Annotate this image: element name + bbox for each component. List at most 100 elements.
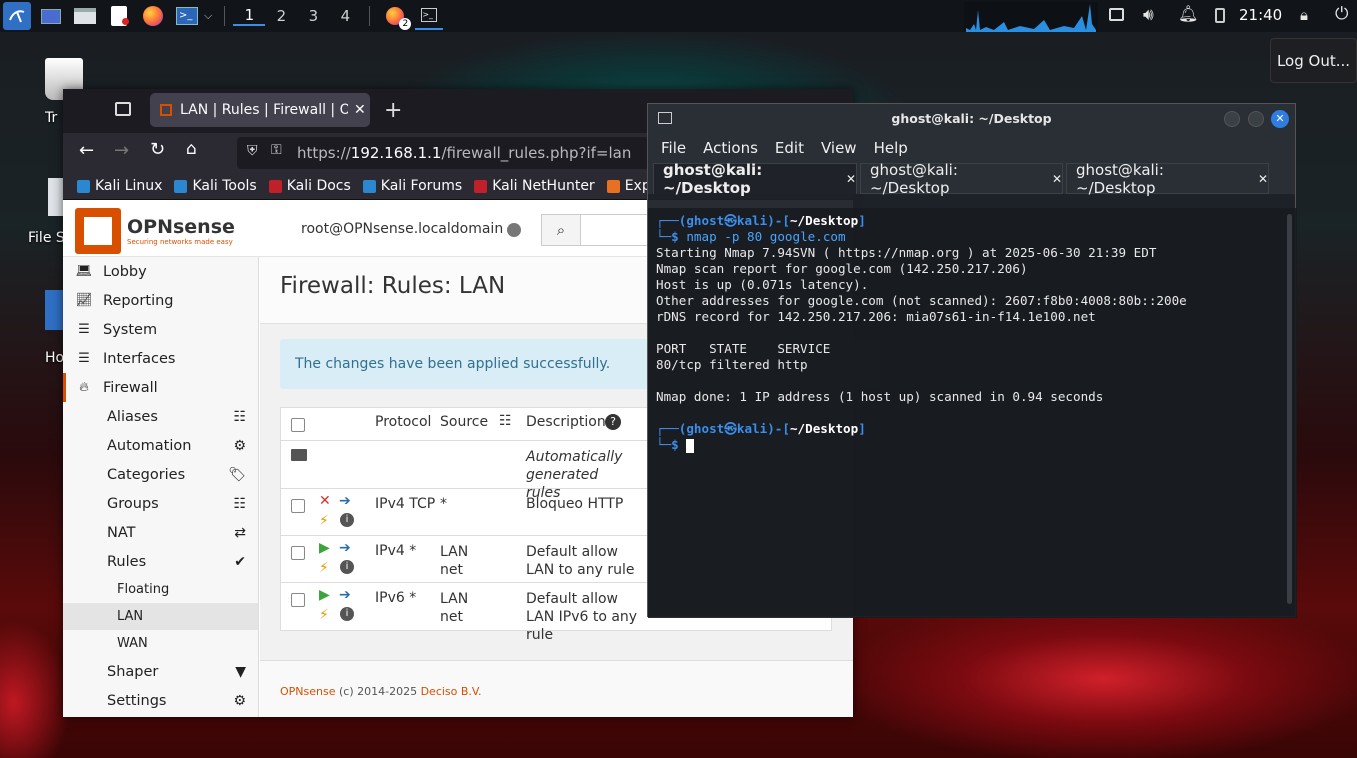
col-source[interactable]: Source	[440, 414, 488, 430]
notifications-icon[interactable]: 🔔︎	[1178, 4, 1198, 23]
search-button[interactable]: ⌕	[541, 214, 581, 246]
select-all-checkbox[interactable]	[291, 418, 305, 432]
log-icon[interactable]: ⚡	[319, 607, 329, 623]
terminal-menu-help[interactable]: Help	[874, 139, 908, 157]
sidebar-item-nat[interactable]: NAT ⇄	[63, 518, 258, 547]
sidebar-item-system[interactable]: ☰ System	[63, 315, 258, 344]
sidebar-item-categories[interactable]: Categories 🏷︎	[63, 460, 258, 489]
reload-icon[interactable]: ↻	[150, 139, 165, 160]
display-icon[interactable]	[1109, 8, 1124, 21]
panel-separator	[369, 6, 371, 26]
bookmark-item[interactable]: Kali Forums	[362, 178, 463, 194]
bookmark-item[interactable]: Kali Tools	[174, 178, 257, 194]
terminal-menu-view[interactable]: View	[821, 139, 857, 157]
sidebar-item-reporting[interactable]: 📈︎ Reporting	[63, 286, 258, 315]
kali-menu-icon[interactable]	[3, 2, 31, 30]
workspace-3[interactable]: 3	[297, 7, 329, 25]
lock-warning-icon[interactable]: ⚿	[271, 142, 282, 158]
taskbar-terminal-icon[interactable]: >_	[415, 2, 444, 30]
sidebar-item-wan[interactable]: WAN	[63, 630, 258, 657]
terminal-titlebar[interactable]: ghost@kali: ~/Desktop ✕	[648, 104, 1295, 134]
terminal-launcher-icon[interactable]: >_	[173, 2, 201, 30]
sidebar-item-rules[interactable]: Rules ✔	[63, 547, 258, 576]
terminal-menu-file[interactable]: File	[661, 139, 686, 157]
terminal-scrollbar[interactable]	[1287, 214, 1292, 604]
terminal-tabs: ghost@kali: ~/Desktop ✕ ghost@kali: ~/Des…	[648, 161, 1295, 197]
user-label[interactable]: root@OPNsense.localdomain	[301, 221, 503, 237]
sidebar-item-settings[interactable]: Settings ⚙	[63, 686, 258, 715]
pass-icon[interactable]: ▶	[319, 540, 330, 556]
footer-company-link[interactable]: Deciso B.V.	[421, 685, 482, 698]
sidebar-item-lobby[interactable]: 💻︎ Lobby	[63, 257, 258, 286]
col-description[interactable]: Description	[526, 414, 606, 430]
pass-icon[interactable]: ▶	[319, 587, 330, 603]
sidebar-item-groups[interactable]: Groups ☷	[63, 489, 258, 518]
shield-icon[interactable]: ⛨	[247, 143, 258, 159]
info-icon[interactable]: i	[340, 607, 354, 621]
sidebar-item-lan[interactable]: LAN	[63, 603, 258, 630]
lock-icon[interactable]: 🔒︎	[1300, 6, 1308, 24]
row-checkbox[interactable]	[291, 593, 305, 607]
row-checkbox[interactable]	[291, 546, 305, 560]
minimize-icon[interactable]	[1224, 111, 1240, 127]
close-tab-icon[interactable]: ✕	[354, 102, 366, 118]
opnsense-logo[interactable]: OPNsense Securing networks made easy	[75, 208, 235, 254]
logout-icon[interactable]: ⏻	[1335, 4, 1348, 24]
row-checkbox[interactable]	[291, 499, 305, 513]
forward-icon[interactable]: →	[114, 140, 129, 161]
close-icon[interactable]: ✕	[1271, 110, 1289, 128]
terminal-tab-2[interactable]: ghost@kali: ~/Desktop ✕	[860, 161, 1063, 197]
volume-icon[interactable]: 🔊︎	[1143, 5, 1154, 25]
terminal-menu-actions[interactable]: Actions	[703, 139, 758, 157]
sidebar-item-interfaces[interactable]: ☰ Interfaces	[63, 344, 258, 373]
chevron-down-icon[interactable]: ⌵	[204, 9, 212, 23]
back-icon[interactable]: ←	[79, 140, 94, 161]
show-desktop-icon[interactable]	[37, 2, 65, 30]
workspace-4[interactable]: 4	[329, 7, 361, 25]
folder-icon[interactable]	[291, 449, 307, 461]
text-editor-icon[interactable]	[105, 2, 133, 30]
sidebar-label: NAT	[107, 524, 136, 541]
sidebar-item-floating[interactable]: Floating	[63, 576, 258, 603]
new-tab-icon[interactable]: +	[384, 98, 402, 123]
clock[interactable]: 21:40	[1239, 6, 1282, 24]
output-line: Other addresses for google.com (not scan…	[656, 293, 1187, 308]
terminal-tab-3[interactable]: ghost@kali: ~/Desktop ✕	[1066, 161, 1269, 197]
info-icon[interactable]: i	[340, 513, 354, 527]
close-tab-icon[interactable]: ✕	[846, 172, 856, 186]
home-icon[interactable]: ⌂	[186, 139, 197, 159]
sidebar-item-shaper[interactable]: Shaper ▼	[63, 657, 258, 686]
bookmark-item[interactable]: Kali Linux	[77, 178, 162, 194]
maximize-icon[interactable]	[1248, 111, 1264, 127]
battery-icon[interactable]	[1215, 8, 1225, 23]
browser-tab-active[interactable]: LAN | Rules | Firewall | OP ✕	[150, 93, 370, 127]
sidebar-item-aliases[interactable]: Aliases ☷	[63, 402, 258, 431]
bookmark-item[interactable]: Kali Docs	[268, 178, 351, 194]
help-icon[interactable]: ?	[605, 414, 621, 430]
bookmark-label: Kali Linux	[95, 178, 163, 194]
taskbar-firefox-icon[interactable]: 2	[381, 2, 412, 30]
sidebar-item-automation[interactable]: Automation ⚙	[63, 431, 258, 460]
status-dot[interactable]	[507, 223, 521, 237]
terminal-menu-edit[interactable]: Edit	[775, 139, 804, 157]
file-manager-icon[interactable]	[71, 2, 99, 30]
footer-brand-link[interactable]: OPNsense	[280, 685, 336, 698]
close-tab-icon[interactable]: ✕	[1052, 172, 1062, 186]
workspace-1[interactable]: 1	[233, 6, 266, 26]
tab-overview-icon[interactable]	[115, 102, 131, 116]
info-icon[interactable]: i	[340, 560, 354, 574]
log-icon[interactable]: ⚡	[319, 513, 329, 529]
block-icon[interactable]: ✕	[319, 493, 331, 509]
terminal-output[interactable]: ┌──(ghost㉿kali)-[~/Desktop] └─$ nmap -p …	[648, 208, 1297, 618]
log-icon[interactable]: ⚡	[319, 560, 329, 576]
bookmark-item[interactable]: Kali NetHunter	[474, 178, 595, 194]
sidebar-item-firewall[interactable]: 🔥︎ Firewall	[63, 373, 258, 402]
output-line: 80/tcp filtered http	[656, 357, 808, 372]
terminal-app-icon	[658, 112, 672, 124]
close-tab-icon[interactable]: ✕	[1258, 172, 1268, 186]
col-protocol[interactable]: Protocol	[375, 414, 431, 430]
workspace-2[interactable]: 2	[265, 7, 297, 25]
firefox-icon[interactable]	[139, 2, 167, 30]
terminal-tab-1[interactable]: ghost@kali: ~/Desktop ✕	[653, 161, 857, 197]
bookmark-label: Kali Forums	[380, 178, 463, 194]
